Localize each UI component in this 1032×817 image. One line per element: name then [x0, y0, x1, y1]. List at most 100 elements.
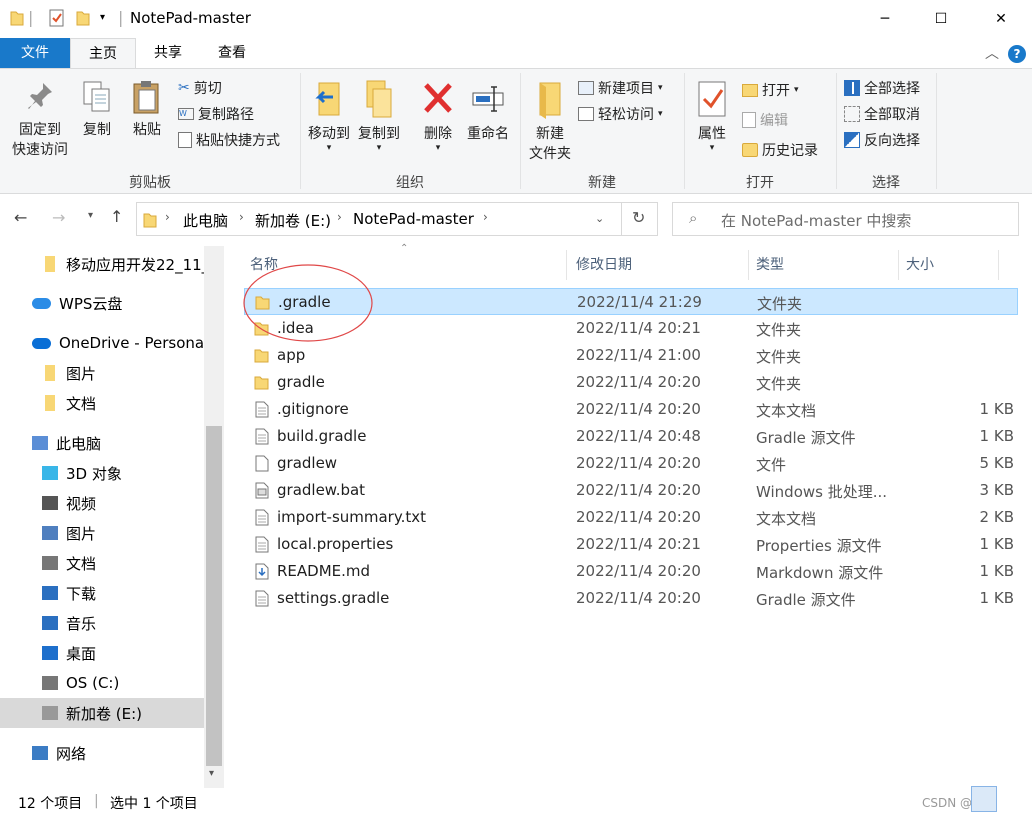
sidebar-item[interactable]: 音乐 [0, 608, 204, 638]
sidebar-item[interactable]: 此电脑 [0, 428, 204, 458]
details-view-icon[interactable] [971, 786, 997, 812]
column-divider[interactable] [748, 250, 749, 280]
file-row[interactable]: import-summary.txt 2022/11/4 20:20 文本文档 2 K… [244, 504, 1018, 531]
breadcrumb-this-pc[interactable]: 此电脑 [183, 210, 228, 231]
tab-home[interactable]: 主页 [70, 38, 136, 69]
invert-selection-label: 反向选择 [864, 133, 920, 149]
sidebar-item-label: OS (C:) [66, 674, 120, 692]
file-row[interactable]: gradle 2022/11/4 20:20 文件夹 [244, 369, 1018, 396]
file-row[interactable]: local.properties 2022/11/4 20:21 Propertie… [244, 531, 1018, 558]
file-icon [255, 590, 269, 607]
file-row[interactable]: gradlew.bat 2022/11/4 20:20 Windows 批处理...… [244, 477, 1018, 504]
sidebar-item[interactable]: 视频 [0, 488, 204, 518]
file-name: import-summary.txt [277, 508, 426, 526]
file-type: Windows 批处理... [756, 483, 888, 501]
copy-path-icon: W [178, 108, 194, 120]
breadcrumb-drive-e[interactable]: 新加卷 (E:) [255, 210, 331, 231]
search-box[interactable]: ⌕ 在 NotePad-master 中搜索 [672, 202, 1019, 236]
invert-selection-button[interactable]: 反向选择 [844, 130, 920, 150]
minimize-button[interactable]: ─ [862, 0, 908, 38]
sidebar-item[interactable]: 新加卷 (E:) [0, 698, 204, 728]
help-icon[interactable]: ? [1008, 45, 1026, 63]
recent-locations-icon[interactable]: ▾ [88, 210, 93, 221]
tab-share[interactable]: 共享 [140, 38, 196, 68]
customize-quick-access-icon[interactable]: ▾ [100, 12, 105, 23]
file-size: 1 KB [979, 400, 1014, 418]
history-button[interactable]: 历史记录 [742, 140, 818, 160]
new-folder-label-2: 文件夹 [529, 146, 571, 162]
copy-path-button[interactable]: W 复制路径 [178, 104, 254, 124]
file-row[interactable]: README.md 2022/11/4 20:20 Markdown 源文件 1 KB [244, 558, 1018, 585]
sidebar-item[interactable]: 3D 对象 [0, 458, 204, 488]
up-arrow-icon[interactable]: ↑ [110, 207, 123, 226]
easy-access-button[interactable]: 轻松访问 ▾ [578, 104, 663, 124]
sidebar-item[interactable]: 移动应用开发22_11_ [0, 249, 204, 279]
file-row[interactable]: gradlew 2022/11/4 20:20 文件 5 KB [244, 450, 1018, 477]
paste-button[interactable]: 粘贴 [126, 79, 168, 139]
sidebar-item[interactable]: 下载 [0, 578, 204, 608]
navigation-pane: 移动应用开发22_11_ WPS云盘 OneDrive - Personal 图片 文档… [0, 246, 224, 788]
file-date: 2022/11/4 21:00 [576, 346, 701, 364]
sidebar-item[interactable]: OS (C:) [0, 668, 204, 698]
file-row[interactable]: settings.gradle 2022/11/4 20:20 Gradle 源文件… [244, 585, 1018, 612]
copy-to-button[interactable]: 复制到 ▾ [356, 79, 402, 153]
paste-shortcut-button[interactable]: 粘贴快捷方式 [178, 130, 280, 150]
select-all-button[interactable]: 全部选择 [844, 78, 920, 98]
forward-arrow-icon[interactable]: → [52, 208, 65, 227]
pin-quick-access-button[interactable]: 固定到 快速访问 [6, 79, 74, 159]
scrollbar-thumb[interactable] [206, 426, 222, 766]
move-to-button[interactable]: 移动到 ▾ [306, 79, 352, 153]
collapse-ribbon-icon[interactable]: ︿ [985, 43, 999, 63]
address-box[interactable]: › 此电脑 › 新加卷 (E:) › NotePad-master › ⌄ ↻ [136, 202, 658, 236]
file-name: gradlew.bat [277, 481, 366, 499]
sidebar-item[interactable]: 图片 [0, 518, 204, 548]
column-divider[interactable] [898, 250, 899, 280]
refresh-icon[interactable]: ↻ [632, 208, 645, 227]
file-row[interactable]: app 2022/11/4 21:00 文件夹 [244, 342, 1018, 369]
column-header-type[interactable]: 类型 [756, 254, 784, 274]
sidebar-item[interactable]: OneDrive - Personal [0, 328, 204, 358]
rename-button[interactable]: 重命名 [464, 79, 512, 143]
tab-view[interactable]: 查看 [204, 38, 260, 68]
nav-scrollbar[interactable]: ▾ [204, 246, 224, 788]
tab-file[interactable]: 文件 [0, 38, 70, 68]
copy-icon [83, 81, 110, 112]
open-button[interactable]: 打开 ▾ [742, 80, 799, 100]
sidebar-item[interactable]: 网络 [0, 738, 204, 768]
sidebar-item[interactable]: 桌面 [0, 638, 204, 668]
edit-button[interactable]: 编辑 [742, 110, 788, 130]
breadcrumb-notepad-master[interactable]: NotePad-master [353, 210, 474, 228]
large-icons-view-icon[interactable] [1003, 786, 1027, 812]
cloud-icon [32, 297, 51, 309]
file-date: 2022/11/4 20:20 [576, 589, 701, 607]
delete-button[interactable]: 删除 ▾ [418, 79, 458, 153]
sidebar-item[interactable]: WPS云盘 [0, 288, 204, 318]
scroll-down-icon[interactable]: ▾ [209, 768, 214, 779]
file-row[interactable]: .gitignore 2022/11/4 20:20 文本文档 1 KB [244, 396, 1018, 423]
properties-button[interactable]: 属性 ▾ [690, 79, 734, 153]
ribbon: 固定到 快速访问 复制 粘贴 ✂ 剪切 W 复制路径 粘贴快捷方式 剪贴板 移动到 … [0, 68, 1032, 194]
back-arrow-icon[interactable]: ← [14, 208, 27, 227]
new-folder-quick-icon[interactable] [76, 9, 90, 27]
column-divider[interactable] [998, 250, 999, 280]
sidebar-item[interactable]: 图片 [0, 358, 204, 388]
column-header-size[interactable]: 大小 [906, 254, 934, 274]
file-type: 文件夹 [756, 375, 802, 393]
sidebar-item[interactable]: 文档 [0, 388, 204, 418]
new-item-button[interactable]: 新建项目 ▾ [578, 78, 663, 98]
column-divider[interactable] [566, 250, 567, 280]
search-input[interactable]: 在 NotePad-master 中搜索 [721, 210, 911, 231]
file-size: 1 KB [979, 589, 1014, 607]
title-bar: | ▾ | NotePad-master ─ ☐ ✕ [0, 0, 1032, 38]
sidebar-item[interactable]: 文档 [0, 548, 204, 578]
address-dropdown-icon[interactable]: ⌄ [595, 212, 604, 225]
select-none-button[interactable]: 全部取消 [844, 104, 920, 124]
close-button[interactable]: ✕ [978, 0, 1024, 38]
new-folder-button[interactable]: 新建 文件夹 [526, 79, 574, 163]
column-header-date[interactable]: 修改日期 [576, 254, 632, 274]
file-row[interactable]: build.gradle 2022/11/4 20:48 Gradle 源文件 1 K… [244, 423, 1018, 450]
properties-quick-icon[interactable] [49, 9, 65, 27]
cut-button[interactable]: ✂ 剪切 [178, 78, 222, 98]
copy-button[interactable]: 复制 [78, 79, 116, 139]
maximize-button[interactable]: ☐ [918, 0, 964, 38]
